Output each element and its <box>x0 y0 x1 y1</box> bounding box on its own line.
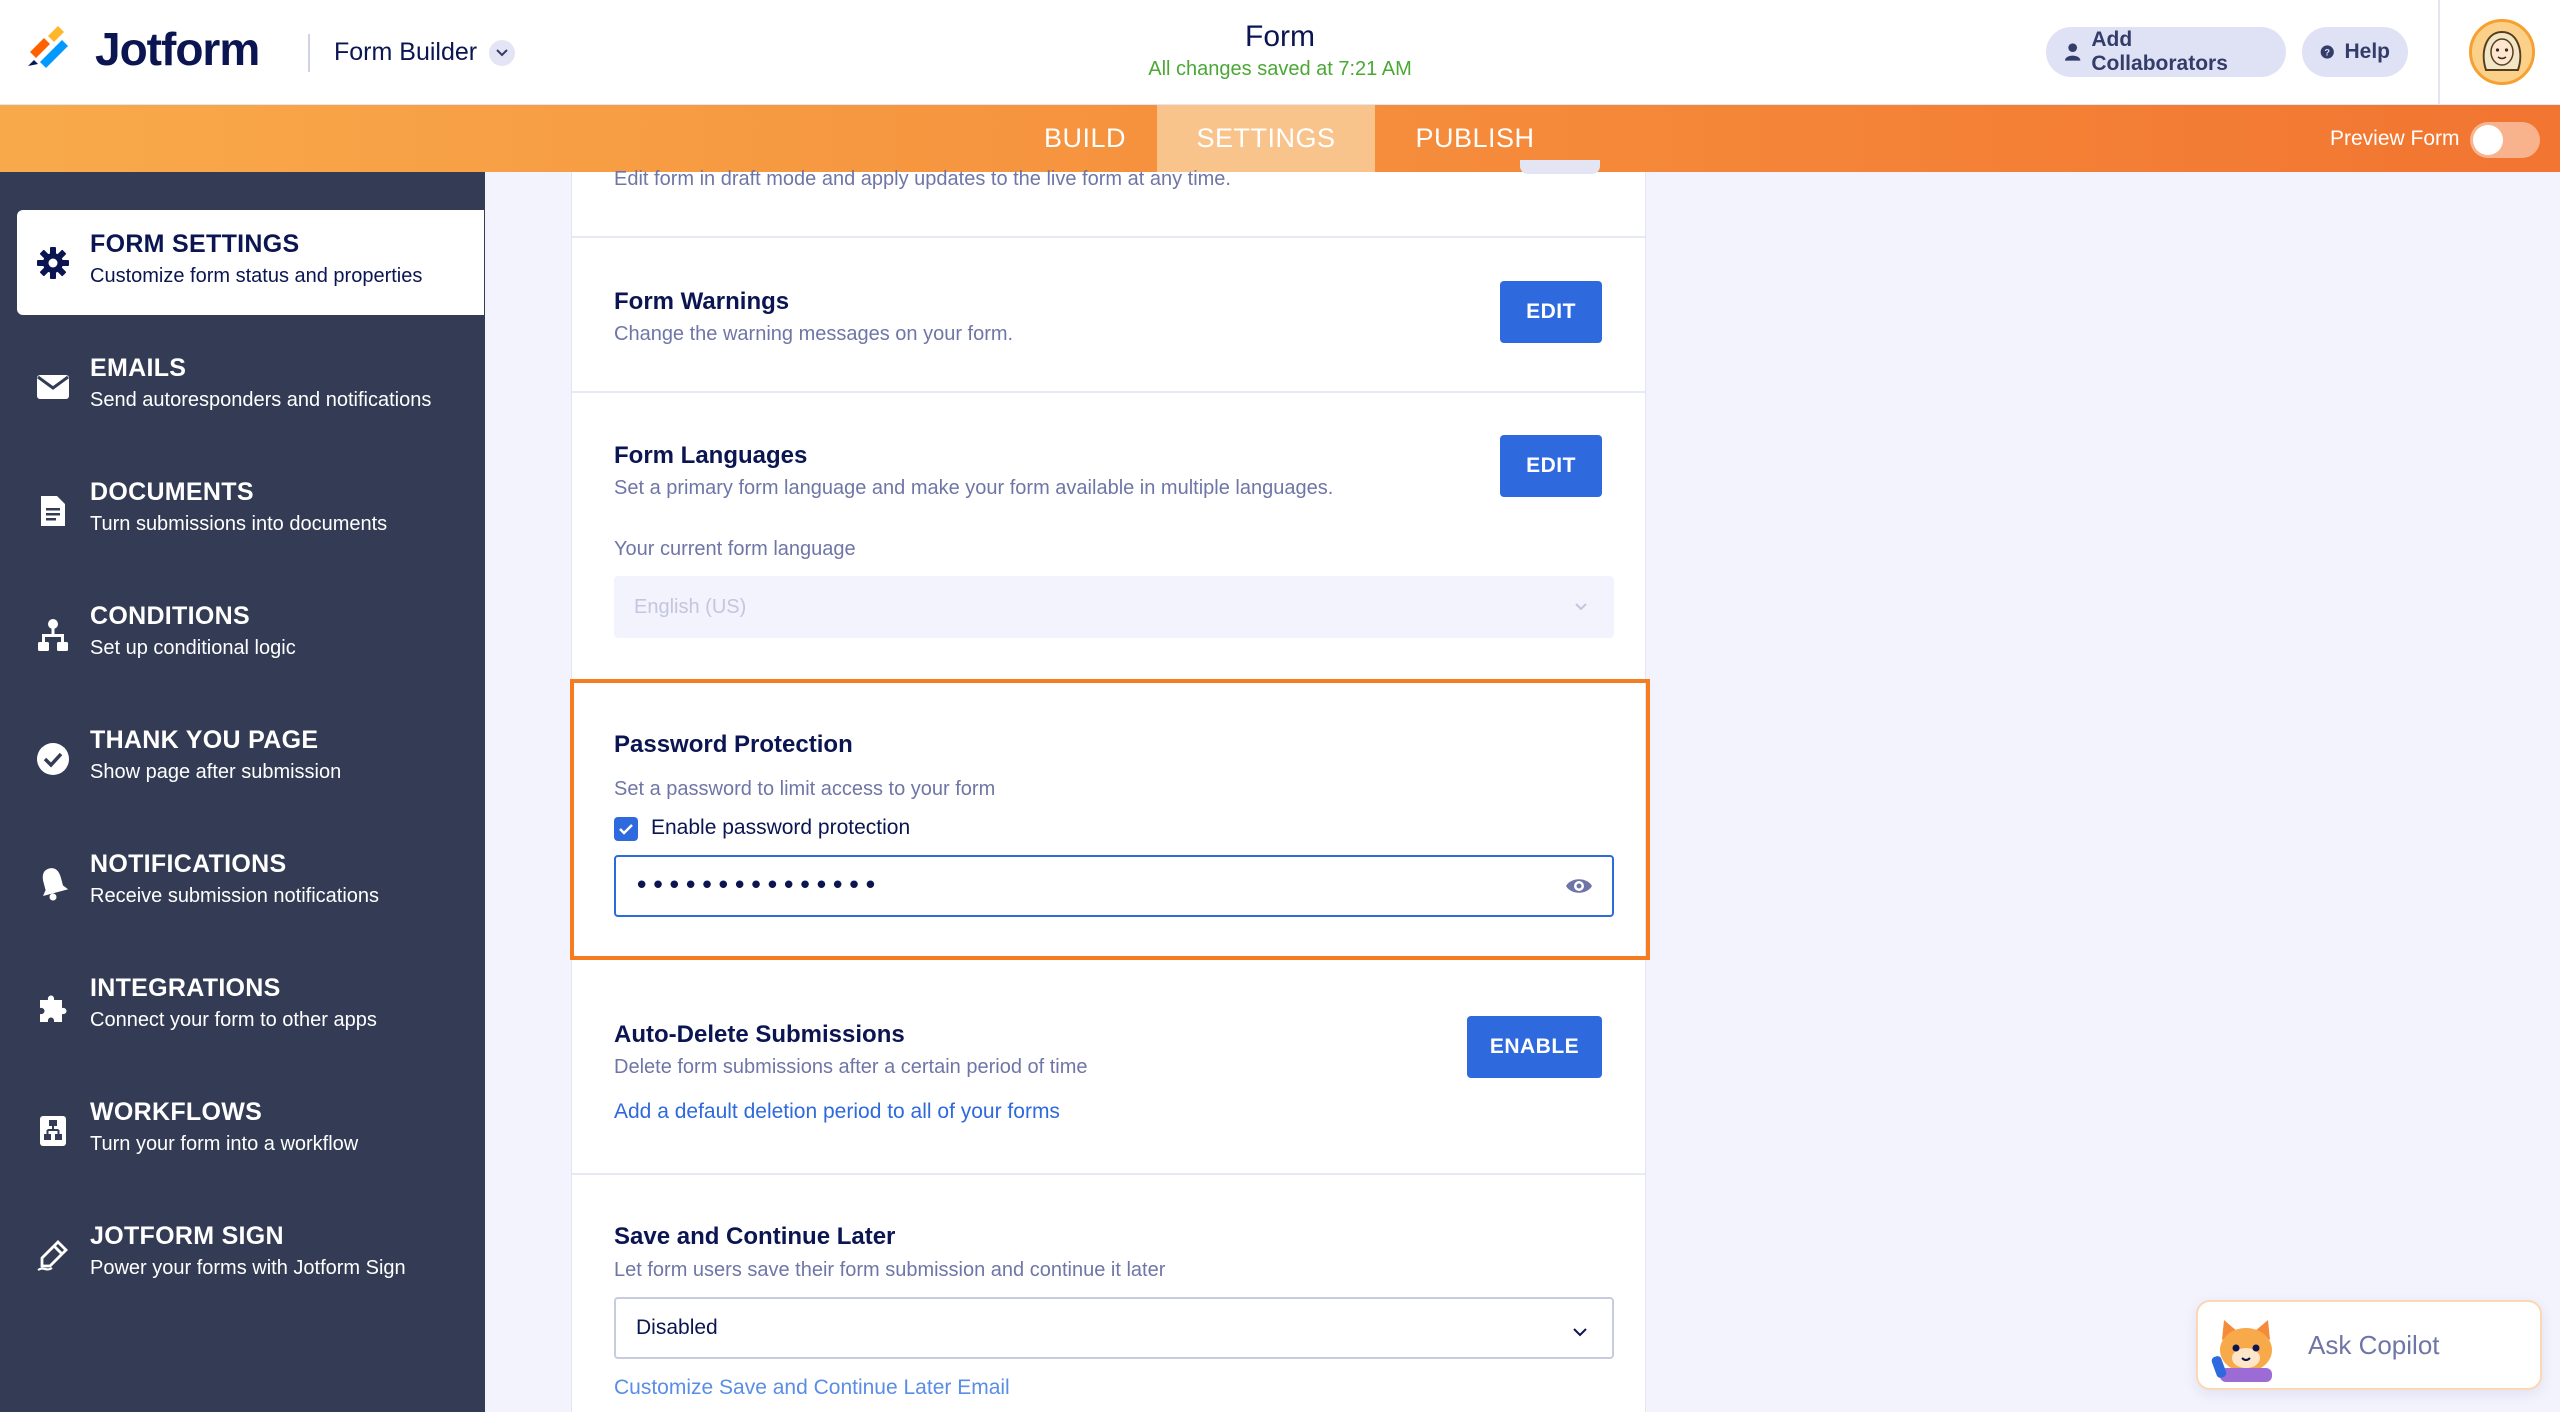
checkmark-icon <box>619 824 633 835</box>
save-continue-selected-value: Disabled <box>636 1316 718 1339</box>
current-language-label: Your current form language <box>614 538 856 560</box>
sidebar-item-title: FORM SETTINGS <box>90 230 300 258</box>
top-header: Jotform Form Builder Form All changes sa… <box>0 0 2560 105</box>
gear-icon <box>34 244 72 282</box>
sidebar-item-title: EMAILS <box>90 354 187 382</box>
sidebar-item-subtitle: Send autoresponders and notifications <box>90 389 432 411</box>
toggle-knob <box>2473 125 2503 155</box>
avatar[interactable] <box>2469 19 2535 85</box>
sidebar-item-subtitle: Receive submission notifications <box>90 885 380 907</box>
sidebar-item-subtitle: Show page after submission <box>90 761 342 783</box>
ask-copilot-label: Ask Copilot <box>2308 1330 2440 1360</box>
divider <box>572 391 1645 393</box>
form-warnings-title: Form Warnings <box>614 288 790 315</box>
save-continue-title: Save and Continue Later <box>614 1223 896 1250</box>
eye-icon[interactable] <box>1564 874 1594 898</box>
sidebar-item-title: DOCUMENTS <box>90 478 254 506</box>
sidebar-item-thank-you-page[interactable]: THANK YOU PAGE Show page after submissio… <box>17 706 484 811</box>
form-builder-label: Form Builder <box>334 38 478 66</box>
preview-form-toggle[interactable] <box>2470 122 2540 158</box>
password-masked-value: ••••••••••••••• <box>634 871 880 901</box>
question-icon: ? <box>2320 45 2334 59</box>
bell-icon <box>34 864 72 902</box>
help-button[interactable]: ? Help <box>2302 27 2408 77</box>
form-languages-subtitle: Set a primary form language and make you… <box>614 477 1334 499</box>
chevron-down-icon <box>489 39 516 66</box>
conditions-icon <box>34 616 72 654</box>
sidebar-item-conditions[interactable]: CONDITIONS Set up conditional logic <box>17 582 484 687</box>
add-collaborators-button[interactable]: Add Collaborators <box>2046 27 2286 77</box>
puzzle-icon <box>34 988 72 1026</box>
user-icon <box>2064 43 2081 61</box>
sidebar-item-title: WORKFLOWS <box>90 1098 263 1126</box>
form-languages-title: Form Languages <box>614 442 808 469</box>
divider <box>572 236 1645 238</box>
ask-copilot-button[interactable]: Ask Copilot <box>2196 1300 2542 1390</box>
password-protection-title: Password Protection <box>614 731 853 758</box>
document-icon <box>34 492 72 530</box>
sidebar-item-subtitle: Power your forms with Jotform Sign <box>90 1257 406 1279</box>
password-protection-subtitle: Set a password to limit access to your f… <box>614 778 996 800</box>
save-continue-select[interactable]: Disabled <box>614 1297 1614 1359</box>
help-label: Help <box>2344 40 2390 63</box>
sidebar-item-subtitle: Turn submissions into documents <box>90 513 388 535</box>
enable-password-checkbox[interactable] <box>614 817 638 841</box>
tab-build[interactable]: BUILD <box>1022 105 1148 172</box>
auto-delete-enable-button[interactable]: ENABLE <box>1467 1016 1602 1078</box>
sidebar-item-notifications[interactable]: NOTIFICATIONS Receive submission notific… <box>17 830 484 935</box>
save-continue-subtitle: Let form users save their form submissio… <box>614 1259 1166 1281</box>
preview-form-label: Preview Form <box>2330 127 2460 150</box>
chevron-down-icon <box>1574 596 1588 617</box>
divider <box>572 1173 1645 1175</box>
default-deletion-period-link[interactable]: Add a default deletion period to all of … <box>614 1100 1060 1124</box>
sidebar-item-subtitle: Connect your form to other apps <box>90 1009 377 1031</box>
draft-mode-description: Edit form in draft mode and apply update… <box>614 168 1231 190</box>
avatar-face-icon <box>2482 30 2522 71</box>
divider <box>2438 0 2440 105</box>
sidebar-item-form-settings[interactable]: FORM SETTINGS Customize form status and … <box>17 210 484 315</box>
auto-delete-title: Auto-Delete Submissions <box>614 1021 905 1048</box>
jotform-logo-icon[interactable] <box>26 22 76 72</box>
sidebar-item-title: INTEGRATIONS <box>90 974 281 1002</box>
form-languages-edit-button[interactable]: EDIT <box>1500 435 1602 497</box>
sidebar-item-title: CONDITIONS <box>90 602 250 630</box>
chevron-down-icon <box>1572 1319 1588 1343</box>
sidebar-item-emails[interactable]: EMAILS Send autoresponders and notificat… <box>17 334 484 439</box>
form-title[interactable]: Form <box>1000 20 1560 54</box>
add-collaborators-label: Add Collaborators <box>2091 28 2228 75</box>
form-language-select: English (US) <box>614 576 1614 638</box>
sidebar-item-integrations[interactable]: INTEGRATIONS Connect your form to other … <box>17 954 484 1059</box>
envelope-icon <box>34 368 72 406</box>
form-warnings-edit-button[interactable]: EDIT <box>1500 281 1602 343</box>
sidebar-item-title: NOTIFICATIONS <box>90 850 287 878</box>
form-builder-dropdown[interactable]: Form Builder <box>334 38 516 67</box>
sidebar-item-jotform-sign[interactable]: JOTFORM SIGN Power your forms with Jotfo… <box>17 1202 484 1307</box>
divider <box>308 34 310 72</box>
sidebar-item-subtitle: Turn your form into a workflow <box>90 1133 359 1155</box>
save-status: All changes saved at 7:21 AM <box>1148 58 1412 80</box>
check-circle-icon <box>34 740 72 778</box>
sidebar-item-documents[interactable]: DOCUMENTS Turn submissions into document… <box>17 458 484 563</box>
tab-settings[interactable]: SETTINGS <box>1157 105 1375 172</box>
settings-sidebar: FORM SETTINGS Customize form status and … <box>0 172 485 1412</box>
form-language-value: English (US) <box>634 595 747 618</box>
sidebar-item-subtitle: Customize form status and properties <box>90 265 423 287</box>
form-warnings-subtitle: Change the warning messages on your form… <box>614 323 1014 345</box>
brand-name[interactable]: Jotform <box>95 22 260 76</box>
customize-save-continue-email-link[interactable]: Customize Save and Continue Later Email <box>614 1376 1010 1400</box>
draft-mode-toggle[interactable] <box>1520 160 1600 174</box>
pen-icon <box>34 1236 72 1274</box>
copilot-mascot-icon <box>2211 1320 2272 1382</box>
sidebar-item-title: THANK YOU PAGE <box>90 726 319 754</box>
workflow-icon <box>34 1112 72 1150</box>
svg-text:?: ? <box>2324 47 2330 57</box>
sidebar-item-workflows[interactable]: WORKFLOWS Turn your form into a workflow <box>17 1078 484 1183</box>
enable-password-label[interactable]: Enable password protection <box>651 816 910 840</box>
sidebar-item-subtitle: Set up conditional logic <box>90 637 296 659</box>
password-input[interactable]: ••••••••••••••• <box>614 855 1614 917</box>
auto-delete-subtitle: Delete form submissions after a certain … <box>614 1056 1088 1078</box>
sidebar-item-title: JOTFORM SIGN <box>90 1222 284 1250</box>
settings-navbar: BUILD SETTINGS PUBLISH Preview Form <box>0 105 2560 172</box>
